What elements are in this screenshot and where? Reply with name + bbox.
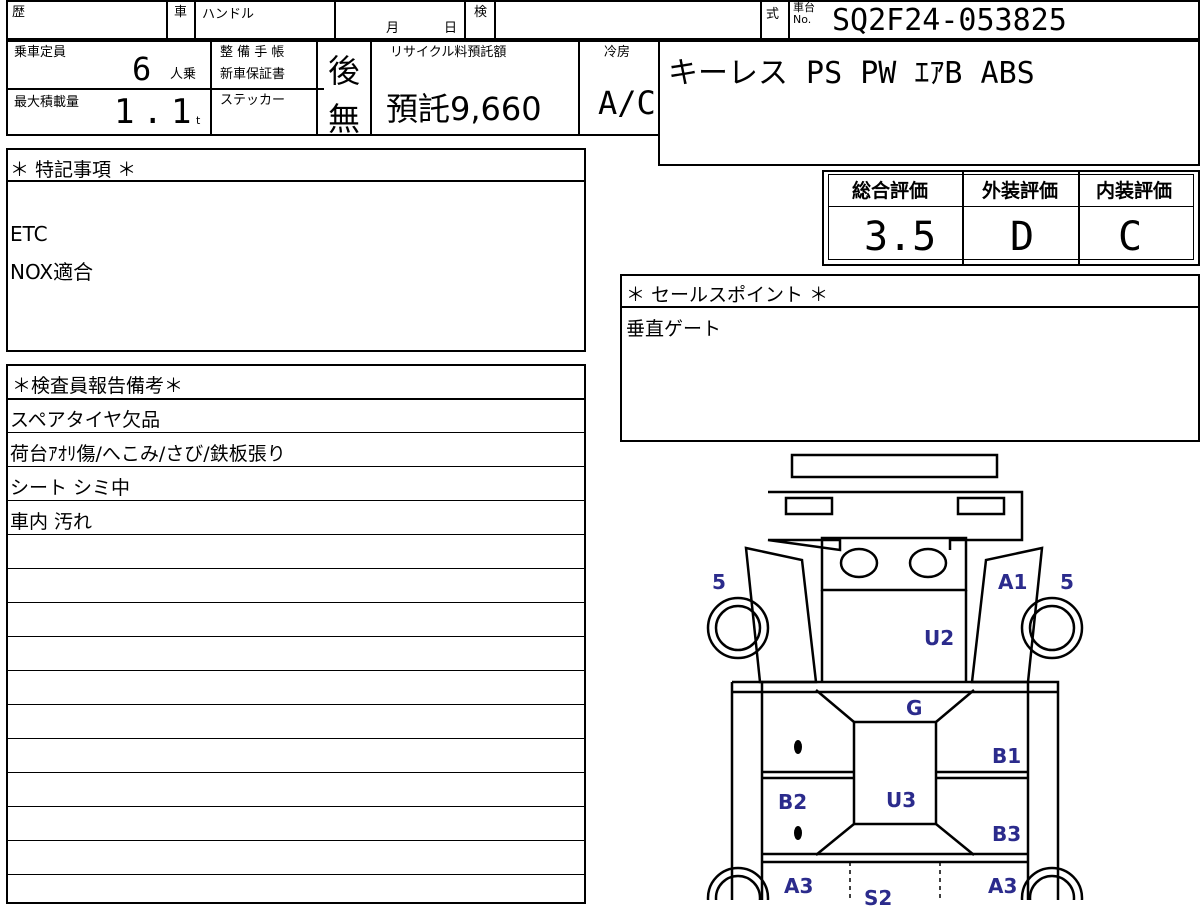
overall-grade-value: 3.5 xyxy=(864,214,937,260)
divider xyxy=(6,704,584,705)
gate-outline xyxy=(790,453,999,479)
report-line: 荷台ｱｵﾘ傷/へこみ/さび/鉄板張り xyxy=(10,443,286,465)
reki-label: 歴 xyxy=(12,5,26,20)
damage-label-a3-left: A3 xyxy=(784,874,814,898)
recycle-label: リサイクル料預託額 xyxy=(390,45,507,60)
interior-grade-value: C xyxy=(1118,214,1143,260)
damage-label-a3-right: A3 xyxy=(988,874,1018,898)
rear-wheel-right-rim xyxy=(1028,874,1076,900)
sticker-label: ステッカー xyxy=(220,93,286,108)
divider xyxy=(578,40,580,136)
divider xyxy=(194,0,196,40)
divider xyxy=(166,0,168,40)
front-wheel-right-rim xyxy=(1028,604,1076,652)
month-label: 月 xyxy=(386,21,400,36)
front-fender-right xyxy=(970,546,1044,684)
rear-wheel-left-rim xyxy=(714,874,762,900)
special-notes-title: ＊ 特記事項 ＊ xyxy=(10,159,137,181)
exterior-grade-value: D xyxy=(1010,214,1035,260)
chassis-no-label: 車台 No. xyxy=(793,2,815,26)
report-line: スペアタイヤ欠品 xyxy=(10,409,161,431)
marker-dot xyxy=(794,826,802,840)
vehicle-damage-diagram xyxy=(706,453,1084,900)
divider xyxy=(494,0,496,40)
chassis-no-label-line2: No. xyxy=(793,13,812,26)
report-line: 車内 汚れ xyxy=(10,511,93,533)
equipment-list: キーレス PS PW ｴｱB ABS xyxy=(668,56,1035,91)
divider xyxy=(6,534,584,535)
headlight-left xyxy=(839,547,879,579)
cooler-label: 冷房 xyxy=(604,45,631,60)
exterior-grade-label: 外装評価 xyxy=(982,180,1059,202)
divider xyxy=(6,602,584,603)
special-note-item: NOX適合 xyxy=(10,260,94,284)
capacity-value: 6 xyxy=(132,50,152,88)
cab-roof-outline xyxy=(767,490,1024,552)
divider xyxy=(6,806,584,807)
divider xyxy=(6,88,324,90)
damage-label-b3: B3 xyxy=(992,822,1022,846)
divider xyxy=(370,40,372,136)
damage-label-5-right: 5 xyxy=(1060,570,1074,594)
damage-label-5-left: 5 xyxy=(712,570,726,594)
report-line: シート シミ中 xyxy=(10,477,131,499)
interior-grade-label: 内装評価 xyxy=(1096,180,1173,202)
recycle-value: 預託9,660 xyxy=(386,90,542,128)
inspector-report-title: ＊検査員報告備考＊ xyxy=(12,375,184,397)
chassis-number: SQ2F24-053825 xyxy=(832,3,1067,38)
damage-label-g: G xyxy=(906,696,923,720)
load-unit: t xyxy=(196,114,201,127)
cooler-value: A/C xyxy=(598,84,656,122)
load-label: 最大積載量 xyxy=(14,95,80,110)
divider xyxy=(6,432,584,433)
maintenance-label-2: 新車保証書 xyxy=(220,67,286,82)
divider xyxy=(316,40,318,136)
handle-label: ハンドル xyxy=(202,7,255,22)
load-value: 1.1 xyxy=(114,92,200,132)
divider xyxy=(6,772,584,773)
vehicle-outline xyxy=(706,453,1084,900)
divider xyxy=(6,398,586,400)
divider xyxy=(788,0,790,40)
mirror-right xyxy=(956,496,1006,516)
mirror-left xyxy=(784,496,834,516)
divider xyxy=(6,670,584,671)
divider xyxy=(6,636,584,637)
shiki-label: 式 xyxy=(766,7,780,22)
damage-label-s2: S2 xyxy=(864,886,893,910)
sticker-value: 無 xyxy=(328,100,361,138)
bed-rear-lines xyxy=(762,852,1028,864)
divider xyxy=(464,0,466,40)
divider xyxy=(210,40,212,136)
damage-label-u2: U2 xyxy=(924,626,955,650)
sales-point-text: 垂直ゲート xyxy=(626,318,722,340)
special-note-item: ETC xyxy=(10,222,48,246)
damage-label-a1: A1 xyxy=(998,570,1028,594)
divider xyxy=(6,568,584,569)
overall-grade-label: 総合評価 xyxy=(852,180,929,202)
maintenance-value: 後 xyxy=(328,52,361,90)
day-label: 日 xyxy=(444,21,458,36)
sha-label: 車 xyxy=(174,5,188,20)
capacity-label: 乗車定員 xyxy=(14,45,67,60)
damage-label-u3: U3 xyxy=(886,788,917,812)
sales-point-title: ＊ セールスポイント ＊ xyxy=(626,284,829,306)
divider xyxy=(6,500,584,501)
divider xyxy=(6,840,584,841)
damage-label-b2: B2 xyxy=(778,790,808,814)
divider xyxy=(6,874,584,875)
hood-outline xyxy=(820,536,968,592)
headlight-right xyxy=(908,547,948,579)
divider xyxy=(760,0,762,40)
capacity-unit: 人乗 xyxy=(170,67,197,82)
damage-label-b1: B1 xyxy=(992,744,1022,768)
divider xyxy=(6,738,584,739)
divider xyxy=(334,0,336,40)
marker-dot xyxy=(794,740,802,754)
divider xyxy=(6,466,584,467)
maintenance-label-1: 整 備 手 帳 xyxy=(220,45,285,60)
bed-mid-lines xyxy=(762,770,1028,780)
ken-label: 検 xyxy=(474,5,488,20)
